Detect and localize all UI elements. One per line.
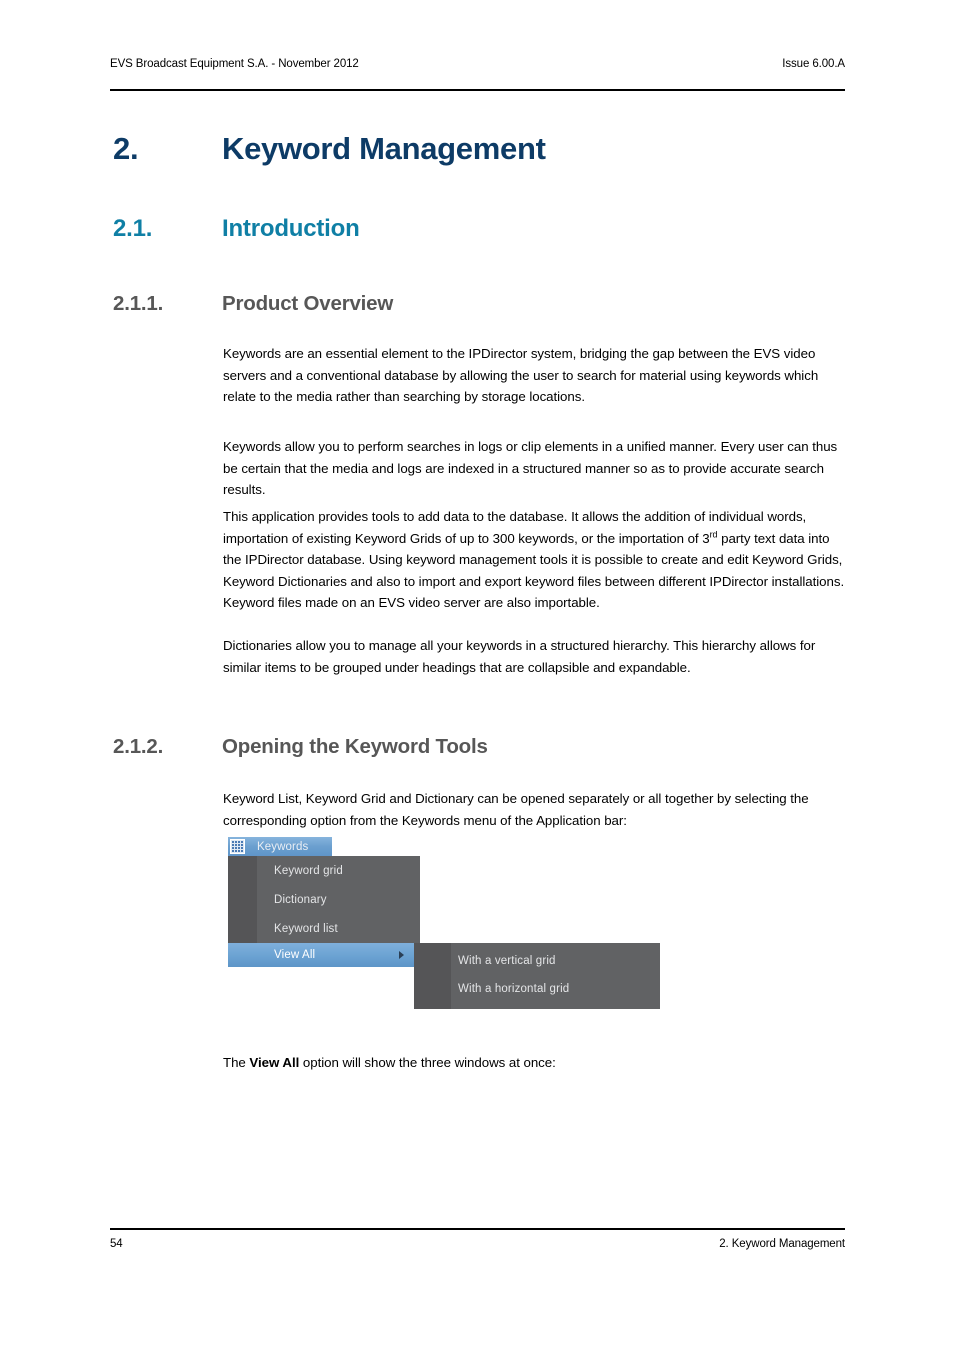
heading-chapter-title: Keyword Management [222, 131, 546, 166]
menu-item-label: Keyword list [274, 922, 338, 935]
note-text-part2: option will show the three windows at on… [299, 1055, 556, 1070]
heading-section-title: Introduction [222, 215, 360, 242]
submenu-item-with-vertical-grid[interactable]: With a vertical grid [414, 947, 660, 975]
menu-item-label: View All [274, 949, 316, 961]
footer-divider [110, 1228, 845, 1230]
keywords-dropdown-panel: Keyword grid Dictionary Keyword list Vie… [228, 856, 420, 967]
keywords-menu-titlebar[interactable]: Keywords [228, 837, 332, 856]
note-text-part1: The [223, 1055, 250, 1070]
paragraph-view-all-note: The View All option will show the three … [223, 1052, 843, 1074]
header-left-text: EVS Broadcast Equipment S.A. - November … [110, 58, 359, 70]
heading-section-number: 2.1. [113, 215, 153, 242]
footer-chapter-text: 2. Keyword Management [719, 1238, 845, 1250]
paragraph-dictionaries: Dictionaries allow you to manage all you… [223, 638, 816, 675]
heading-section: 2.1. Introduction [113, 215, 853, 243]
page-header: EVS Broadcast Equipment S.A. - November … [110, 58, 845, 70]
submenu-item-label: With a vertical grid [458, 955, 556, 967]
header-divider [110, 89, 845, 91]
heading-subsection-product-overview: 2.1.1. Product Overview [113, 292, 853, 316]
page-footer: 54 2. Keyword Management [110, 1238, 845, 1250]
paragraph-keywords-essential: Keywords are an essential element to the… [223, 346, 819, 404]
menu-item-keyword-grid[interactable]: Keyword grid [228, 856, 420, 885]
view-all-submenu-panel: With a vertical grid With a horizontal g… [414, 943, 660, 1009]
heading-chapter: 2. Keyword Management [113, 131, 853, 167]
heading-subsection-b-number: 2.1.2. [113, 735, 164, 758]
menu-item-view-all[interactable]: View All [228, 943, 420, 967]
document-page: EVS Broadcast Equipment S.A. - November … [0, 0, 954, 1350]
menu-item-dictionary[interactable]: Dictionary [228, 885, 420, 914]
grid-icon [230, 839, 245, 854]
menu-item-label: Dictionary [274, 893, 327, 906]
keywords-menu-figure: Keywords Keyword grid Dictionary Keyword… [228, 837, 668, 1017]
heading-chapter-number: 2. [113, 131, 139, 166]
menu-item-keyword-list[interactable]: Keyword list [228, 914, 420, 943]
footer-page-number: 54 [110, 1238, 123, 1250]
submenu-item-label: With a horizontal grid [458, 983, 570, 995]
note-bold-view-all: View All [249, 1055, 300, 1070]
chevron-right-icon [399, 951, 404, 959]
heading-subsection-title: Product Overview [222, 292, 394, 315]
heading-subsection-opening-keyword-tools: 2.1.2. Opening the Keyword Tools [113, 735, 853, 759]
keywords-menu-title-label: Keywords [257, 840, 309, 853]
paragraph-application-tools: This application provides tools to add d… [223, 506, 851, 614]
heading-subsection-b-title: Opening the Keyword Tools [222, 735, 488, 758]
submenu-item-with-horizontal-grid[interactable]: With a horizontal grid [414, 975, 660, 1003]
paragraph-keywords-searches: Keywords allow you to perform searches i… [223, 439, 838, 497]
menu-item-label: Keyword grid [274, 864, 343, 877]
heading-subsection-number: 2.1.1. [113, 292, 164, 315]
header-right-text: Issue 6.00.A [782, 58, 845, 70]
paragraph-opening-tools: Keyword List, Keyword Grid and Dictionar… [223, 791, 809, 828]
